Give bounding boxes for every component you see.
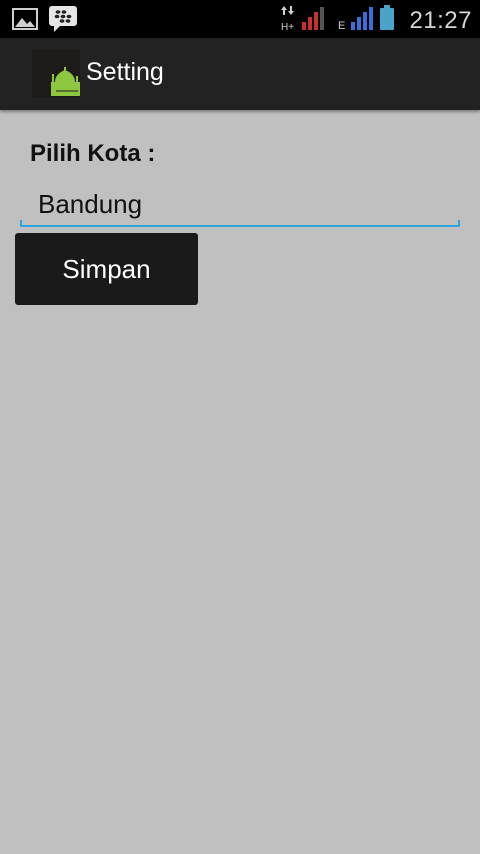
image-notification-icon — [12, 7, 38, 36]
svg-text:E: E — [338, 20, 345, 31]
save-button[interactable]: Simpan — [15, 233, 198, 305]
mosque-icon[interactable] — [32, 50, 80, 98]
status-bar: H+ E 21:27 — [0, 0, 480, 38]
action-bar: Setting — [0, 38, 480, 110]
signal-bars-blue-icon — [349, 5, 375, 36]
network-type-hplus: H+ — [281, 22, 294, 32]
page-title: Setting — [86, 58, 164, 86]
data-transfer-icon: H+ — [279, 4, 301, 37]
clock: 21:27 — [409, 6, 472, 34]
blackberry-messenger-icon — [48, 5, 78, 38]
status-bar-left — [12, 5, 78, 38]
battery-icon — [379, 4, 395, 37]
city-input[interactable] — [20, 180, 460, 228]
city-label: Pilih Kota : — [30, 140, 156, 167]
signal-bars-red-icon — [301, 5, 325, 36]
network-type-e: E — [337, 5, 349, 36]
city-input-underline — [20, 220, 460, 227]
status-bar-right: H+ E 21:27 — [279, 4, 472, 37]
